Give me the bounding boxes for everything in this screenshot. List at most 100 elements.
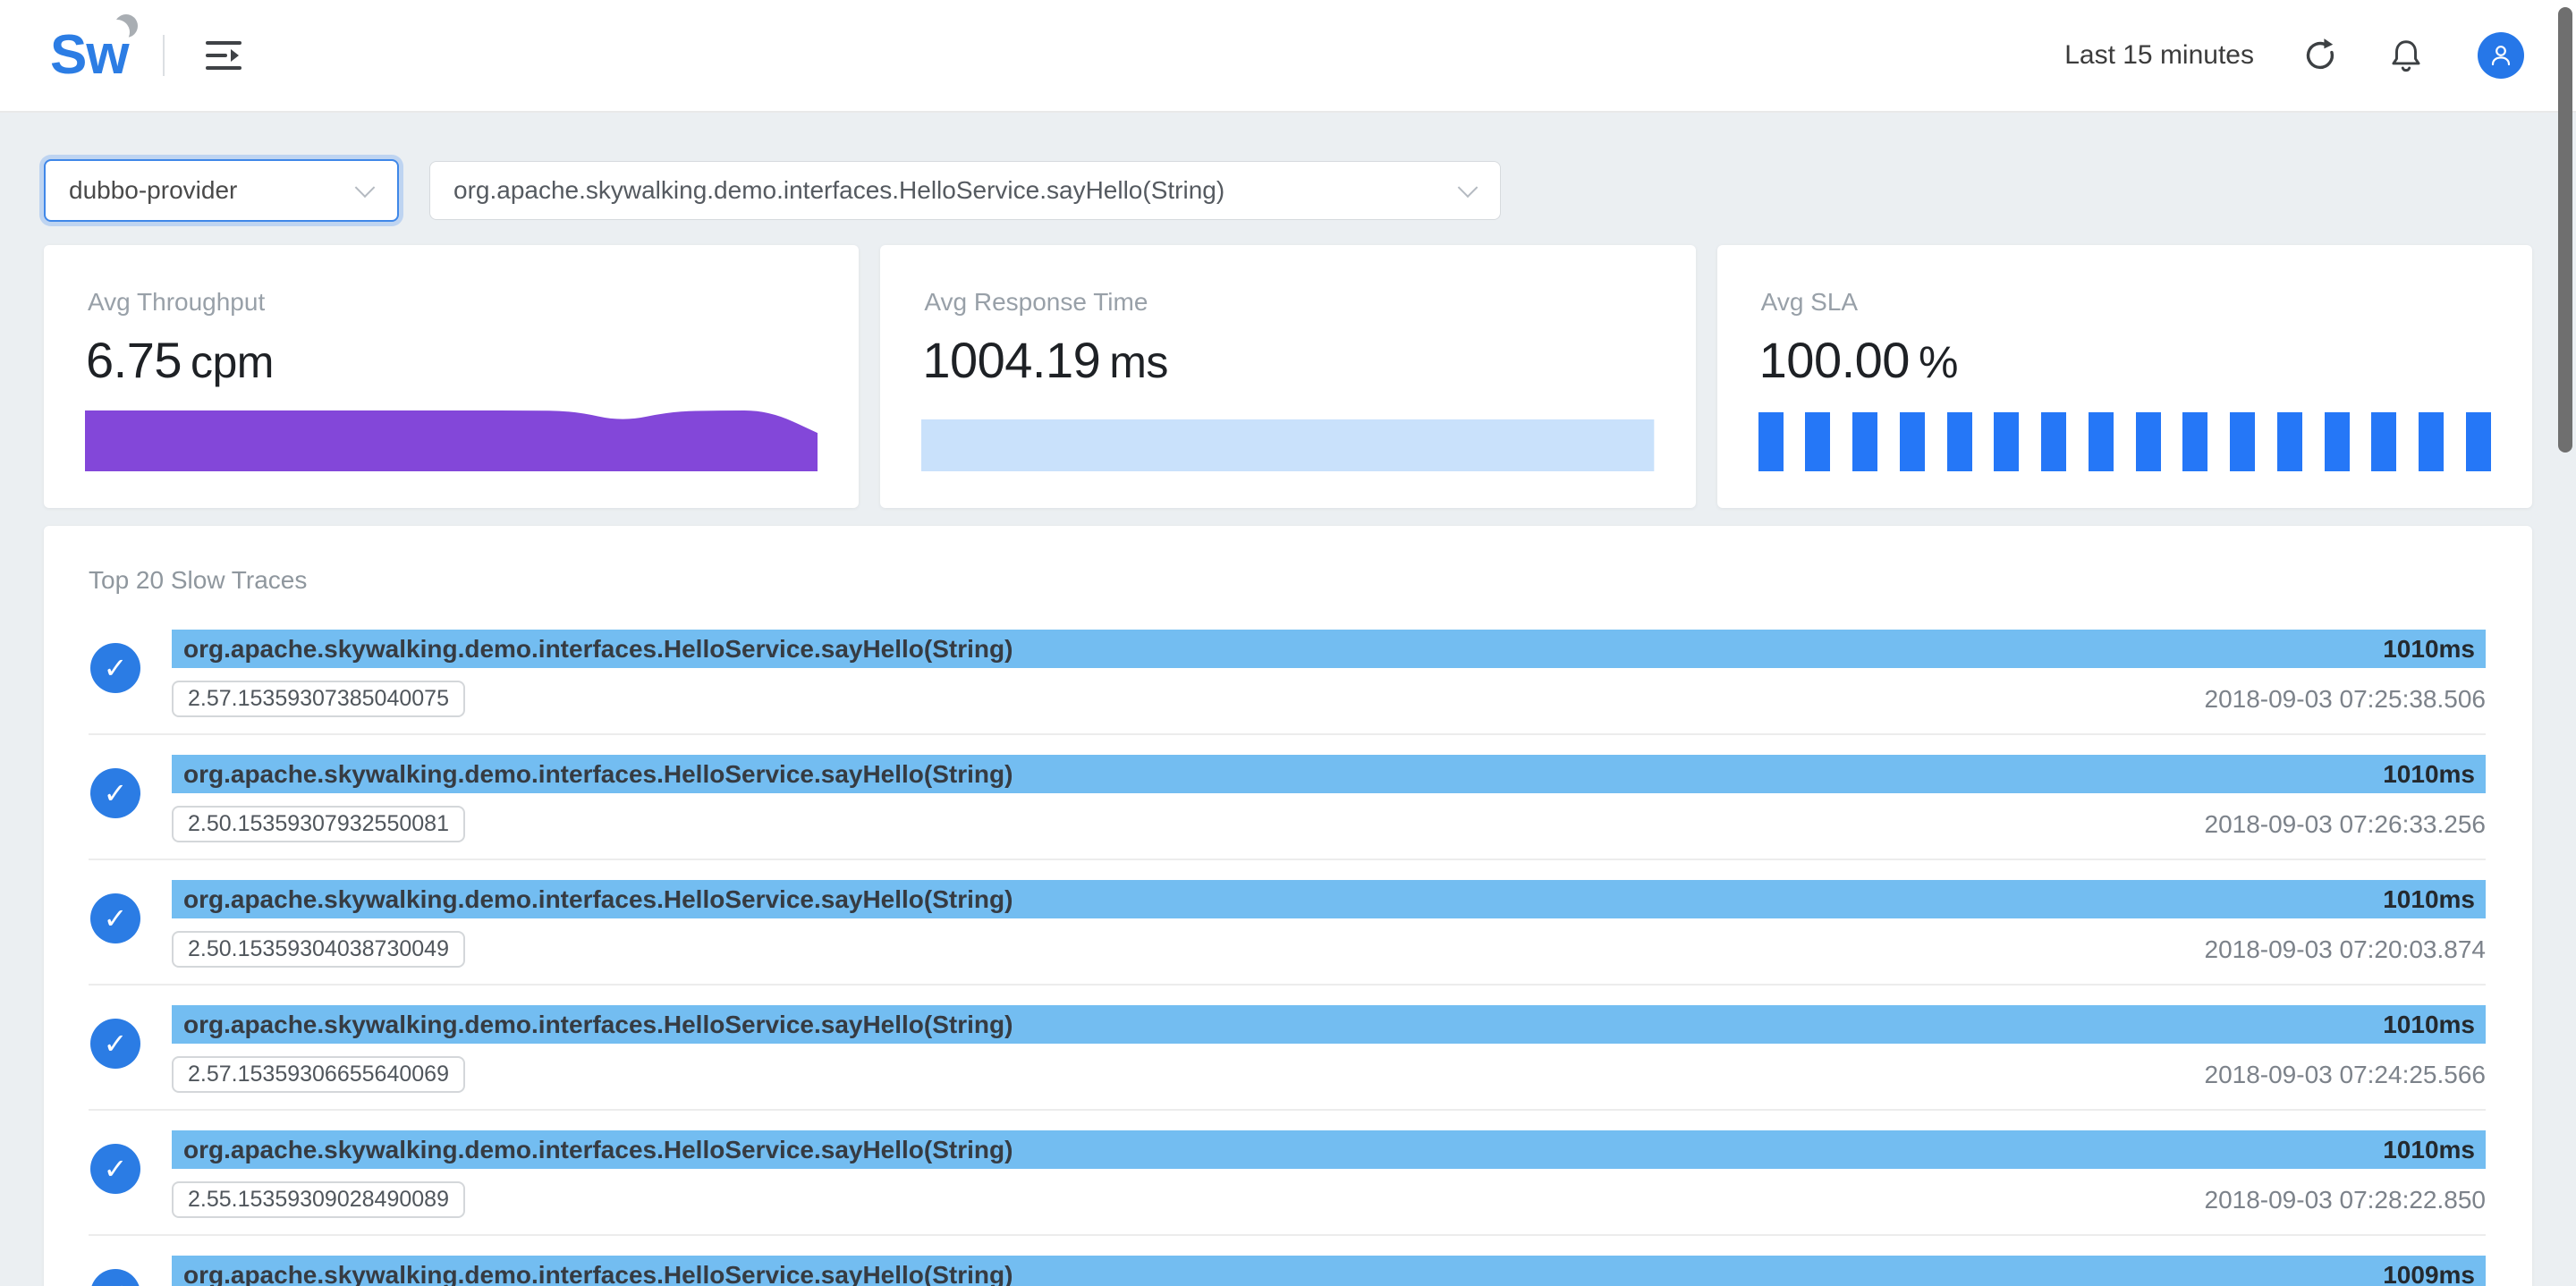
- metric-value: 1004.19: [922, 332, 1100, 388]
- trace-id-chip: 2.57.15359306655640069: [172, 1056, 465, 1093]
- notification-bell-icon[interactable]: [2386, 36, 2426, 75]
- card-title: Avg Throughput: [88, 288, 265, 317]
- trace-row[interactable]: ✓ org.apache.skywalking.demo.interfaces.…: [89, 610, 2486, 735]
- trace-operation-name: org.apache.skywalking.demo.interfaces.He…: [183, 1261, 1013, 1286]
- trace-id-chip: 2.50.15359304038730049: [172, 931, 465, 968]
- sla-bar: [2230, 412, 2255, 471]
- metric-cards-row: Avg Throughput 6.75cpm Avg Response Time…: [44, 245, 2532, 508]
- sla-bar-chart: [1758, 412, 2491, 471]
- user-avatar[interactable]: [2478, 32, 2524, 79]
- trace-meta: 2.50.15359307932550081 2018-09-03 07:26:…: [172, 806, 2486, 842]
- trace-operation-name: org.apache.skywalking.demo.interfaces.He…: [183, 635, 1013, 664]
- check-circle-icon: ✓: [90, 893, 140, 943]
- service-select[interactable]: dubbo-provider: [44, 159, 399, 222]
- trace-operation-name: org.apache.skywalking.demo.interfaces.He…: [183, 1011, 1013, 1039]
- sla-bar: [2182, 412, 2207, 471]
- trace-meta: 2.55.15359309028490089 2018-09-03 07:28:…: [172, 1181, 2486, 1218]
- trace-start-time: 2018-09-03 07:25:38.506: [2205, 685, 2487, 714]
- sla-bar: [1947, 412, 1972, 471]
- sla-bar: [1852, 412, 1877, 471]
- card-value: 1004.19ms: [922, 331, 1168, 389]
- check-circle-icon: ✓: [90, 1144, 140, 1194]
- trace-duration-bar[interactable]: org.apache.skywalking.demo.interfaces.He…: [172, 1256, 2486, 1286]
- scrollbar-thumb[interactable]: [2558, 7, 2572, 453]
- check-circle-icon: ✓: [90, 1269, 140, 1286]
- trace-duration: 1009ms: [2383, 1261, 2475, 1286]
- trace-duration-bar[interactable]: org.apache.skywalking.demo.interfaces.He…: [172, 1130, 2486, 1169]
- metric-value: 6.75: [86, 332, 182, 388]
- sla-bar: [1994, 412, 2019, 471]
- sla-bar: [1900, 412, 1925, 471]
- trace-id-chip: 2.57.15359307385040075: [172, 681, 465, 717]
- card-avg-response-time: Avg Response Time 1004.19ms: [880, 245, 1695, 508]
- sla-bar: [2325, 412, 2350, 471]
- throughput-area-chart: [85, 410, 818, 471]
- refresh-icon[interactable]: [2301, 36, 2340, 75]
- sla-bar: [1805, 412, 1830, 471]
- card-title: Avg Response Time: [924, 288, 1148, 317]
- sla-bar: [1758, 412, 1784, 471]
- sla-bar: [2371, 412, 2396, 471]
- logo-text: Sw: [50, 24, 129, 86]
- trace-operation-name: org.apache.skywalking.demo.interfaces.He…: [183, 760, 1013, 789]
- trace-meta: 2.57.15359306655640069 2018-09-03 07:24:…: [172, 1056, 2486, 1093]
- metric-unit: %: [1919, 337, 1958, 387]
- sla-bar: [2466, 412, 2491, 471]
- trace-content: org.apache.skywalking.demo.interfaces.He…: [172, 880, 2486, 968]
- trace-content: org.apache.skywalking.demo.interfaces.He…: [172, 630, 2486, 717]
- trace-duration: 1010ms: [2383, 1136, 2475, 1164]
- menu-unfold-icon[interactable]: [204, 38, 243, 72]
- metric-unit: cpm: [191, 337, 274, 387]
- trace-duration-bar[interactable]: org.apache.skywalking.demo.interfaces.He…: [172, 630, 2486, 668]
- user-avatar-icon: [2485, 39, 2517, 72]
- sla-bar: [2136, 412, 2161, 471]
- trace-duration: 1010ms: [2383, 635, 2475, 664]
- trace-meta: 2.50.15359304038730049 2018-09-03 07:20:…: [172, 931, 2486, 968]
- trace-duration-bar[interactable]: org.apache.skywalking.demo.interfaces.He…: [172, 1005, 2486, 1044]
- trace-row[interactable]: ✓ org.apache.skywalking.demo.interfaces.…: [89, 735, 2486, 860]
- trace-duration: 1010ms: [2383, 760, 2475, 789]
- skywalking-logo: Sw: [50, 28, 129, 83]
- trace-operation-name: org.apache.skywalking.demo.interfaces.He…: [183, 1136, 1013, 1164]
- trace-meta: 2.57.15359307385040075 2018-09-03 07:25:…: [172, 681, 2486, 717]
- main-content: dubbo-provider org.apache.skywalking.dem…: [0, 159, 2576, 1286]
- trace-duration-bar[interactable]: org.apache.skywalking.demo.interfaces.He…: [172, 755, 2486, 793]
- trace-id-chip: 2.50.15359307932550081: [172, 806, 465, 842]
- sla-bar: [2277, 412, 2302, 471]
- panel-title: Top 20 Slow Traces: [89, 567, 2486, 594]
- service-select-value: dubbo-provider: [69, 176, 237, 205]
- card-avg-throughput: Avg Throughput 6.75cpm: [44, 245, 859, 508]
- trace-start-time: 2018-09-03 07:28:22.850: [2205, 1186, 2487, 1214]
- metric-unit: ms: [1109, 337, 1168, 387]
- top-bar: Sw Last 15 minutes: [0, 0, 2576, 113]
- trace-duration-bar[interactable]: org.apache.skywalking.demo.interfaces.He…: [172, 880, 2486, 918]
- trace-row[interactable]: ✓ org.apache.skywalking.demo.interfaces.…: [89, 986, 2486, 1111]
- sla-bar: [2041, 412, 2066, 471]
- trace-row[interactable]: ✓ org.apache.skywalking.demo.interfaces.…: [89, 1236, 2486, 1286]
- trace-row[interactable]: ✓ org.apache.skywalking.demo.interfaces.…: [89, 860, 2486, 986]
- sla-bar: [2089, 412, 2114, 471]
- trace-content: org.apache.skywalking.demo.interfaces.He…: [172, 1130, 2486, 1218]
- trace-id-chip: 2.55.15359309028490089: [172, 1181, 465, 1218]
- trace-content: org.apache.skywalking.demo.interfaces.He…: [172, 1005, 2486, 1093]
- endpoint-select[interactable]: org.apache.skywalking.demo.interfaces.He…: [429, 161, 1501, 220]
- chevron-down-icon: [1458, 177, 1479, 198]
- chevron-down-icon: [355, 177, 376, 198]
- trace-start-time: 2018-09-03 07:24:25.566: [2205, 1061, 2487, 1089]
- card-avg-sla: Avg SLA 100.00%: [1717, 245, 2532, 508]
- trace-row[interactable]: ✓ org.apache.skywalking.demo.interfaces.…: [89, 1111, 2486, 1236]
- response-time-area-chart: [921, 419, 1654, 471]
- card-title: Avg SLA: [1761, 288, 1858, 317]
- trace-duration: 1010ms: [2383, 1011, 2475, 1039]
- sla-bar: [2419, 412, 2444, 471]
- check-circle-icon: ✓: [90, 643, 140, 693]
- card-value: 6.75cpm: [86, 331, 274, 389]
- filter-row: dubbo-provider org.apache.skywalking.dem…: [44, 159, 2532, 222]
- header-divider: [163, 35, 165, 76]
- check-circle-icon: ✓: [90, 768, 140, 818]
- card-value: 100.00%: [1759, 331, 1958, 389]
- trace-start-time: 2018-09-03 07:20:03.874: [2205, 935, 2487, 964]
- metric-value: 100.00: [1759, 332, 1910, 388]
- endpoint-select-value: org.apache.skywalking.demo.interfaces.He…: [453, 176, 1224, 205]
- time-range-selector[interactable]: Last 15 minutes: [2064, 40, 2254, 71]
